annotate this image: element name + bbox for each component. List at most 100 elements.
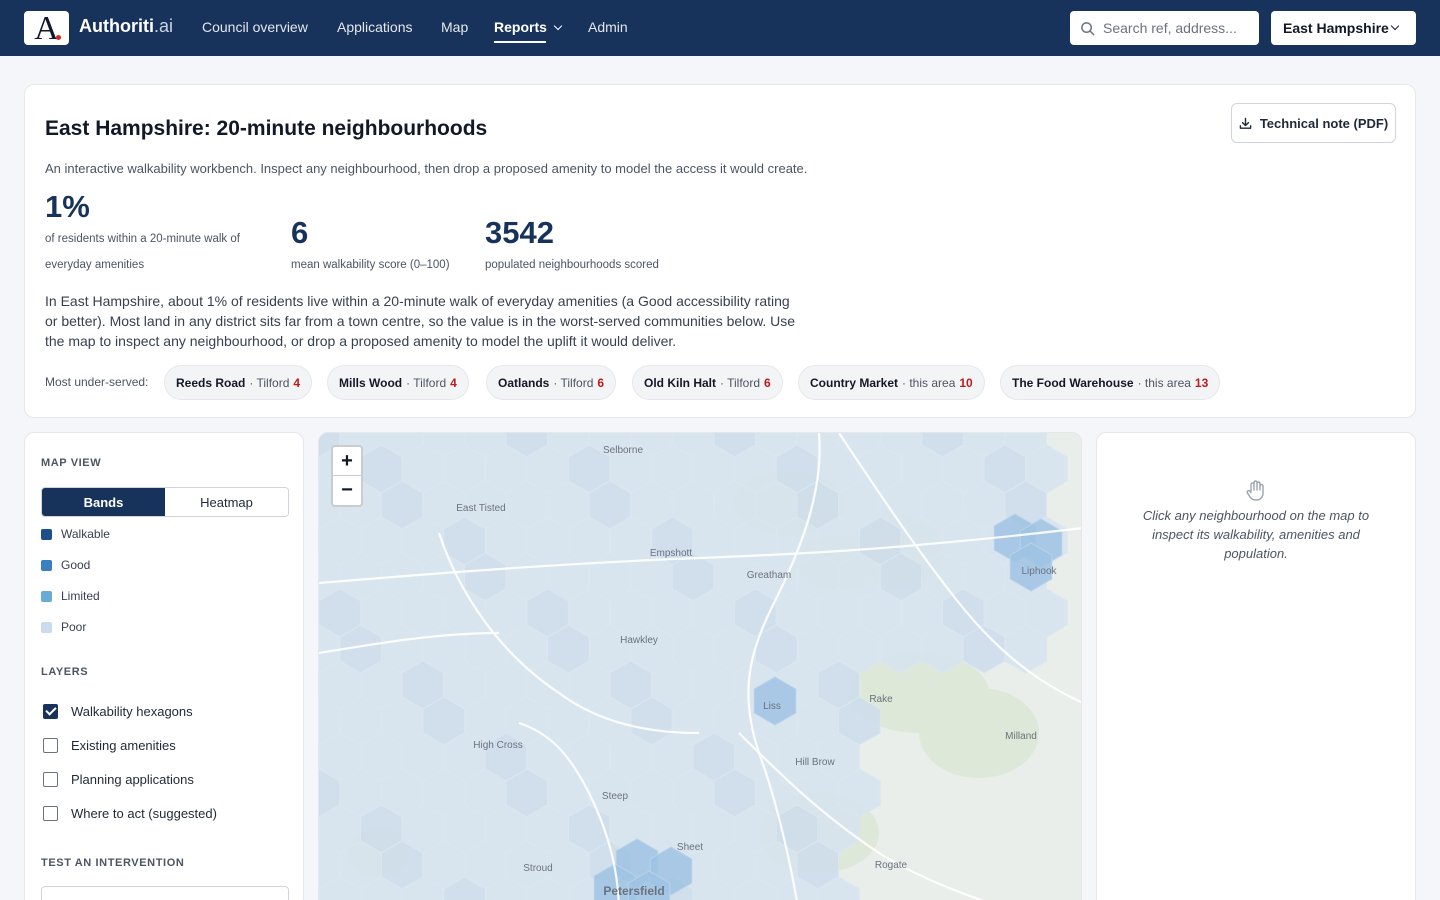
chip-name: Old Kiln Halt (644, 376, 716, 390)
download-icon (1239, 117, 1252, 129)
layers-heading: LAYERS (41, 666, 89, 678)
logo-dot (56, 35, 61, 40)
chevron-down-icon (553, 21, 563, 31)
zoom-out-button[interactable]: − (333, 476, 361, 505)
council-selector-label: East Hampshire (1283, 20, 1389, 36)
map-place-label: High Cross (473, 740, 522, 751)
underserved-chip[interactable]: Mills Wood · Tilford 4 (327, 365, 469, 400)
chip-name: The Food Warehouse (1012, 376, 1134, 390)
stat-mean-score-value: 6 (291, 215, 309, 250)
underserved-chip[interactable]: The Food Warehouse · this area 13 (1000, 365, 1221, 400)
technical-note-label: Technical note (PDF) (1259, 115, 1389, 131)
chip-name: Mills Wood (339, 376, 403, 390)
chip-place: · Tilford (406, 376, 447, 390)
logo[interactable]: A (24, 10, 69, 47)
chip-score: 6 (764, 376, 771, 390)
map-view-heading: MAP VIEW (41, 457, 102, 469)
brand-suffix: .ai (153, 16, 173, 36)
brand-text: Authoriti (79, 16, 154, 36)
walkability-map[interactable]: Selborne East Tisted Empshott Greatham Lipho… (318, 432, 1082, 900)
map-place-label: Greatham (747, 570, 791, 581)
layer-label: Existing amenities (71, 738, 176, 753)
layer-walkability-hexagons[interactable]: Walkability hexagons (43, 704, 193, 719)
layer-planning-applications[interactable]: Planning applications (43, 772, 194, 787)
nav-admin[interactable]: Admin (588, 19, 628, 35)
legend-label: Walkable (61, 527, 110, 541)
technical-note-button[interactable]: Technical note (PDF) (1231, 103, 1396, 143)
search-icon (1081, 21, 1095, 35)
stat-mean-score-label: mean walkability score (0–100) (291, 259, 450, 271)
zoom-control: + − (331, 445, 363, 507)
layer-label: Where to act (suggested) (71, 806, 217, 821)
nav-reports[interactable]: Reports (494, 19, 563, 35)
search-box[interactable] (1070, 11, 1259, 45)
page-subtitle: An interactive walkability workbench. In… (45, 161, 808, 176)
nav-reports-label: Reports (494, 19, 547, 35)
map-place-label: Rogate (875, 860, 908, 871)
stat-residents-value: 1% (45, 189, 90, 224)
map-canvas[interactable]: Selborne East Tisted Empshott Greatham Lipho… (319, 433, 1082, 900)
underserved-chip[interactable]: Country Market · this area 10 (798, 365, 985, 400)
checkbox[interactable] (43, 772, 58, 787)
map-view-toggle: Bands Heatmap (41, 487, 289, 517)
underserved-chip[interactable]: Old Kiln Halt · Tilford 6 (632, 365, 783, 400)
chip-place: · this area (1137, 376, 1191, 390)
legend-label: Poor (61, 620, 87, 634)
chip-score: 4 (293, 376, 301, 390)
search-input[interactable] (1103, 20, 1258, 36)
chip-place: · this area (902, 376, 956, 390)
map-place-label: Hill Brow (795, 757, 835, 768)
map-place-label: Stroud (523, 863, 552, 874)
legend-item-good: Good (41, 558, 90, 572)
map-place-label: Petersfield (603, 884, 664, 898)
legend-label: Limited (61, 589, 100, 603)
details-panel: Click any neighbourhood on the map to in… (1096, 432, 1416, 900)
underserved-chip[interactable]: Oatlands · Tilford 6 (486, 365, 617, 400)
map-place-label: Hawkley (620, 635, 658, 646)
map-place-label: Liss (763, 701, 781, 712)
legend-swatch (41, 528, 52, 540)
map-place-label: Selborne (603, 445, 643, 456)
logo-letter: A (34, 10, 59, 47)
intervention-select[interactable]: Bus Stop (41, 886, 289, 900)
toggle-bands[interactable]: Bands (42, 488, 165, 516)
checkbox-checked[interactable] (43, 704, 58, 719)
stat-neighbourhoods-label: populated neighbourhoods scored (485, 259, 659, 271)
chip-score: 6 (597, 376, 605, 390)
council-selector[interactable]: East Hampshire (1271, 11, 1416, 45)
map-hint-text: Click any neighbourhood on the map to in… (1142, 508, 1370, 561)
nav-applications[interactable]: Applications (337, 19, 413, 35)
map-place-label: Empshott (650, 548, 692, 559)
top-nav: A Authoriti.ai Council overview Applicat… (0, 0, 1440, 56)
chip-score: 10 (959, 376, 973, 390)
map-place-label: Liphook (1021, 566, 1057, 577)
legend-swatch (41, 621, 52, 633)
summary-card: East Hampshire: 20-minute neighbourhoods… (24, 84, 1416, 418)
map-place-label: Steep (602, 791, 629, 802)
checkbox[interactable] (43, 738, 58, 753)
stat-residents-label-2: everyday amenities (45, 259, 145, 271)
chip-place: · Tilford (553, 376, 594, 390)
chevron-down-icon (1390, 21, 1400, 31)
intervention-heading: TEST AN INTERVENTION (41, 857, 185, 869)
toggle-heatmap[interactable]: Heatmap (165, 488, 288, 516)
nav-map[interactable]: Map (441, 19, 468, 35)
zoom-in-button[interactable]: + (333, 447, 361, 476)
legend-item-walkable: Walkable (41, 527, 110, 541)
underserved-chip[interactable]: Reeds Road · Tilford 4 (164, 365, 313, 400)
underserved-label: Most under-served: (45, 375, 149, 389)
checkbox[interactable] (43, 806, 58, 821)
page-title: East Hampshire: 20-minute neighbourhoods (45, 117, 488, 140)
legend-item-poor: Poor (41, 620, 86, 634)
summary-paragraph: In East Hampshire, about 1% of residents… (45, 293, 796, 349)
stat-neighbourhoods-value: 3542 (485, 215, 554, 250)
map-place-label: Milland (1005, 731, 1037, 742)
layer-existing-amenities[interactable]: Existing amenities (43, 738, 176, 753)
chip-score: 13 (1194, 376, 1209, 390)
map-place-label: Sheet (677, 842, 703, 853)
controls-panel: MAP VIEW Bands Heatmap Walkable Good Lim… (24, 432, 304, 900)
nav-council-overview[interactable]: Council overview (202, 19, 308, 35)
legend-swatch (41, 590, 52, 602)
brand-name[interactable]: Authoriti.ai (79, 16, 173, 37)
layer-where-to-act[interactable]: Where to act (suggested) (43, 806, 217, 821)
